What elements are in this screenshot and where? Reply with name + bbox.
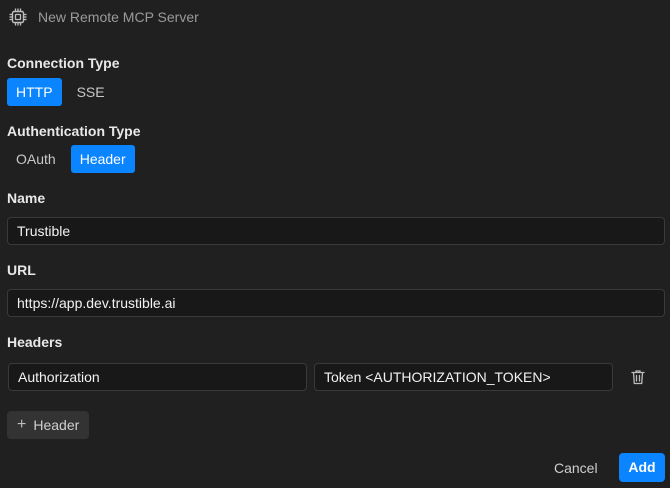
add-header-button[interactable]: + Header <box>7 411 90 439</box>
header-value-input[interactable] <box>314 363 613 391</box>
header-key-input[interactable] <box>8 363 307 391</box>
connection-option-http[interactable]: HTTP <box>7 78 62 106</box>
chip-icon <box>9 8 27 26</box>
auth-option-oauth[interactable]: OAuth <box>7 145 65 173</box>
add-header-label: Header <box>33 417 80 433</box>
trash-icon[interactable] <box>629 368 647 386</box>
dialog-title: New Remote MCP Server <box>38 9 199 25</box>
authentication-type-selector: OAuth Header <box>7 145 135 173</box>
title-bar: New Remote MCP Server <box>8 6 199 28</box>
headers-label: Headers <box>7 334 63 350</box>
plus-icon: + <box>17 416 27 433</box>
new-remote-mcp-server-dialog: New Remote MCP Server Connection Type HT… <box>0 0 670 488</box>
add-button[interactable]: Add <box>619 453 665 482</box>
name-input[interactable] <box>7 217 665 245</box>
url-input[interactable] <box>7 289 665 317</box>
connection-type-selector: HTTP SSE <box>7 78 114 106</box>
cancel-button[interactable]: Cancel <box>554 454 598 482</box>
authentication-type-label: Authentication Type <box>7 123 141 139</box>
url-label: URL <box>7 262 36 278</box>
auth-option-header[interactable]: Header <box>70 145 135 173</box>
name-label: Name <box>7 190 46 206</box>
connection-type-label: Connection Type <box>7 55 120 71</box>
connection-option-sse[interactable]: SSE <box>68 78 114 106</box>
